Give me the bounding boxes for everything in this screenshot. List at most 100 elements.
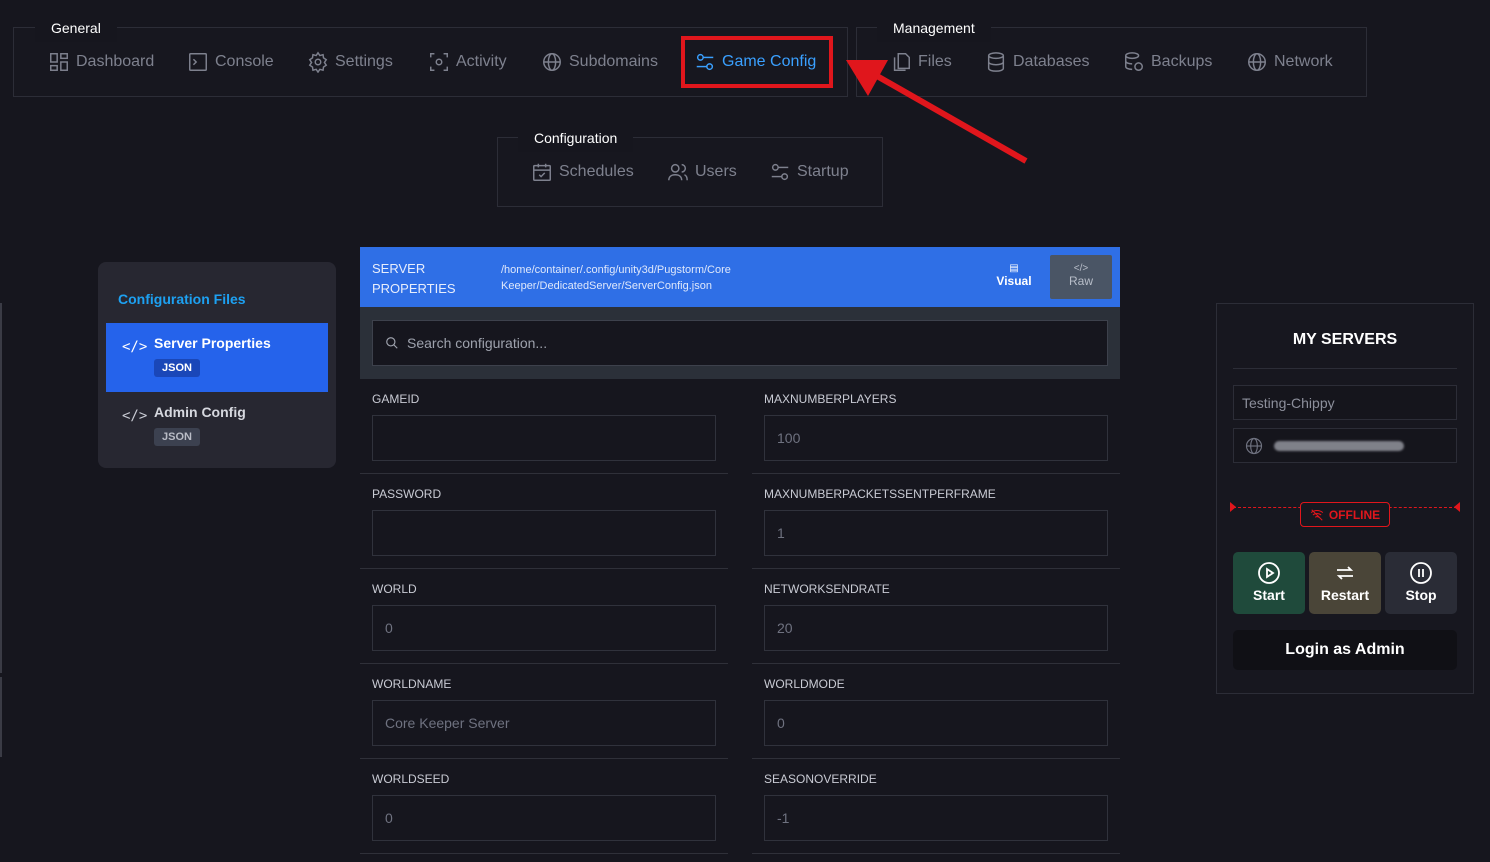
nav-item-label: Console <box>215 53 274 70</box>
config-fields: GAMEID MAXNUMBERPLAYERS PASSWORD MAXNUMB… <box>360 379 1120 862</box>
field-input[interactable] <box>372 795 716 841</box>
my-servers-panel: MY SERVERS Testing-Chippy OFFLINE Start … <box>1216 303 1474 694</box>
nav-group-label: Management <box>877 14 991 42</box>
nav-item-subdomains[interactable]: Subdomains <box>541 51 658 73</box>
play-icon <box>1258 562 1280 584</box>
restart-label: Restart <box>1320 587 1370 603</box>
search-box <box>372 320 1108 366</box>
config-field: SEASONOVERRIDE <box>752 759 1120 854</box>
field-label: MAXNUMBERPACKETSSENTPERFRAME <box>764 487 996 501</box>
config-field: NETWORKSENDRATE <box>752 569 1120 664</box>
nav-item-startup[interactable]: Startup <box>769 161 849 183</box>
field-input[interactable] <box>764 605 1108 651</box>
restart-button[interactable]: Restart <box>1309 552 1381 614</box>
visual-mode-button[interactable]: ▤ Visual <box>983 255 1045 299</box>
config-field: WORLD <box>360 569 728 664</box>
nav-item-label: Activity <box>456 53 507 70</box>
sliders-icon <box>771 163 789 181</box>
nav-group-label: Configuration <box>518 124 634 152</box>
field-input[interactable] <box>764 415 1108 461</box>
pause-icon <box>1410 562 1432 584</box>
redacted-address <box>1274 440 1404 451</box>
edge-divider <box>0 303 2 673</box>
servers-title: MY SERVERS <box>1292 331 1398 348</box>
nav-item-label: Network <box>1274 53 1333 70</box>
stop-button[interactable]: Stop <box>1385 552 1457 614</box>
nav-item-label: Users <box>695 163 737 180</box>
search-icon <box>386 337 398 349</box>
table-icon: ▤ <box>1009 263 1019 274</box>
nav-item-activity[interactable]: Activity <box>428 51 507 73</box>
field-label: NETWORKSENDRATE <box>764 582 890 596</box>
nav-item-network[interactable]: Network <box>1246 51 1333 73</box>
config-field: WORLDNAME <box>360 664 728 759</box>
field-input[interactable] <box>764 795 1108 841</box>
start-label: Start <box>1253 587 1285 603</box>
config-file-name: Admin Config <box>154 404 246 420</box>
status-line-marker <box>1230 502 1236 512</box>
field-input[interactable] <box>764 510 1108 556</box>
activity-icon <box>430 53 448 71</box>
nav-item-backups[interactable]: Backups <box>1123 51 1212 73</box>
server-address <box>1233 428 1457 463</box>
config-field: MAXNUMBERPACKETSSENTPERFRAME <box>752 474 1120 569</box>
field-label: WORLDSEED <box>372 772 450 786</box>
format-badge: JSON <box>154 428 200 446</box>
divider <box>1233 368 1457 369</box>
start-button[interactable]: Start <box>1233 552 1305 614</box>
globe-icon <box>543 53 561 71</box>
status-label: OFFLINE <box>1328 507 1381 522</box>
format-badge: JSON <box>154 359 200 377</box>
nav-item-schedules[interactable]: Schedules <box>531 161 634 183</box>
field-input[interactable] <box>372 605 716 651</box>
field-input[interactable] <box>372 700 716 746</box>
config-files-title: Configuration Files <box>118 291 246 307</box>
server-name[interactable]: Testing-Chippy <box>1233 385 1457 420</box>
field-input[interactable] <box>372 510 716 556</box>
dashboard-icon <box>50 53 68 71</box>
gear-icon <box>308 51 328 73</box>
nav-item-users[interactable]: Users <box>667 161 737 183</box>
login-as-admin-button[interactable]: Login as Admin <box>1233 630 1457 670</box>
code-icon: </> <box>1073 263 1089 274</box>
status-line-marker <box>1454 502 1460 512</box>
nav-item-label: Schedules <box>559 163 634 180</box>
code-icon: </> <box>122 339 148 355</box>
config-file-admin-config[interactable]: </> Admin Config JSON <box>106 392 328 461</box>
raw-mode-button[interactable]: </> Raw <box>1050 255 1112 299</box>
config-file-name: Server Properties <box>154 335 271 351</box>
raw-mode-label: Raw <box>1068 274 1093 288</box>
code-icon: </> <box>122 408 148 424</box>
config-field: WORLDSEED <box>360 759 728 854</box>
restart-icon <box>1336 566 1354 580</box>
field-label: GAMEID <box>372 392 420 406</box>
field-input[interactable] <box>764 700 1108 746</box>
field-input[interactable] <box>372 415 716 461</box>
field-label: MAXNUMBERPLAYERS <box>764 392 897 406</box>
config-field: MAXNUMBERPLAYERS <box>752 379 1120 474</box>
nav-item-dashboard[interactable]: Dashboard <box>48 51 154 73</box>
search-input[interactable] <box>407 335 1087 351</box>
config-field: GAMEID <box>360 379 728 474</box>
field-label: WORLDNAME <box>372 677 452 691</box>
nav-item-label: Subdomains <box>569 53 658 70</box>
globe-icon <box>1248 53 1266 71</box>
nav-item-label: Backups <box>1151 53 1213 70</box>
visual-mode-label: Visual <box>996 274 1032 288</box>
file-path: /home/container/.config/unity3d/Pugstorm… <box>501 264 731 292</box>
calendar-icon <box>533 163 551 181</box>
nav-item-console[interactable]: Console <box>187 51 274 73</box>
config-file-server-properties[interactable]: </> Server Properties JSON <box>106 323 328 392</box>
config-files-panel: Configuration Files </> Server Propertie… <box>98 262 336 468</box>
annotation-arrow <box>846 60 1028 164</box>
nav-item-settings[interactable]: Settings <box>307 51 393 73</box>
edge-divider <box>0 677 2 757</box>
backup-icon <box>1125 52 1143 71</box>
field-label: SEASONOVERRIDE <box>764 772 877 786</box>
config-field: WORLDMODE <box>752 664 1120 759</box>
highlight-box <box>681 36 833 88</box>
status-badge: OFFLINE <box>1300 502 1390 527</box>
nav-group-configuration: Configuration Schedules Users Startup <box>497 124 883 207</box>
stop-label: Stop <box>1405 587 1437 603</box>
users-icon <box>668 163 688 181</box>
